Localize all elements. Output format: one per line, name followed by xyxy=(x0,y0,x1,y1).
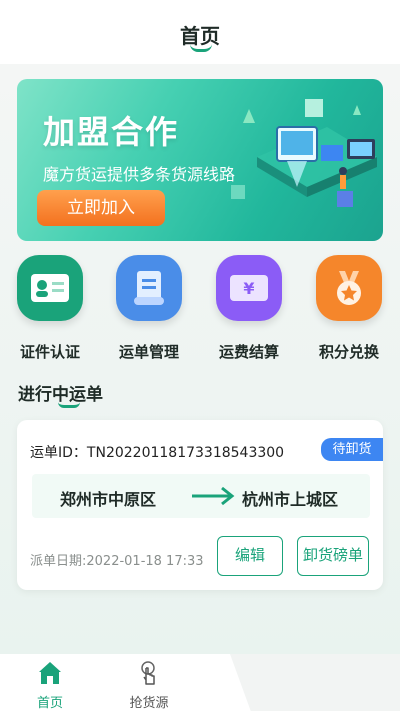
section-title: 进行中运单 xyxy=(18,380,103,408)
route-arrow-icon xyxy=(192,486,235,506)
shortcut-freight-settlement[interactable]: ¥ 运费结算 xyxy=(204,255,294,362)
status-badge: 待卸货 xyxy=(321,438,383,461)
banner-subtitle: 魔方货运提供多条货源线路 xyxy=(43,165,236,184)
tap-hand-icon xyxy=(141,661,155,685)
shortcut-label: 运费结算 xyxy=(218,343,279,361)
shortcut-label: 证件认证 xyxy=(19,343,80,361)
tab-label: 首页 xyxy=(36,696,63,711)
tab-grab-cargo[interactable]: 抢货源 xyxy=(114,660,184,711)
dispatch-date: 派单日期:2022-01-18 17:33 xyxy=(30,554,204,569)
title-underline xyxy=(190,44,212,52)
shortcut-grid: 证件认证 运单管理 ¥ 运费结算 积分兑换 xyxy=(0,255,400,370)
edit-button[interactable]: 编辑 xyxy=(217,536,283,576)
shortcut-label: 运单管理 xyxy=(118,343,179,361)
join-now-button[interactable]: 立即加入 xyxy=(37,190,165,226)
shortcut-label: 积分兑换 xyxy=(318,343,379,361)
route-box: 郑州市中原区 杭州市上城区 xyxy=(32,474,370,518)
tab-bar-decoration xyxy=(230,654,400,711)
id-card-icon xyxy=(17,255,83,321)
destination-city: 杭州市上城区 xyxy=(242,490,339,509)
shortcut-waybill-management[interactable]: 运单管理 xyxy=(104,255,194,362)
medal-icon xyxy=(316,255,382,321)
yuan-ticket-icon: ¥ xyxy=(216,255,282,321)
promo-banner[interactable]: 加盟合作 魔方货运提供多条货源线路 立即加入 xyxy=(17,79,383,241)
waybill-scroll-icon xyxy=(116,255,182,321)
shortcut-points-exchange[interactable]: 积分兑换 xyxy=(304,255,394,362)
top-bar: 首页 xyxy=(0,0,400,64)
tab-label: 抢货源 xyxy=(129,696,169,711)
order-id-label: 运单ID： xyxy=(30,445,87,461)
banner-title: 加盟合作 xyxy=(43,113,180,151)
bottom-tab-bar: 首页 抢货源 xyxy=(0,654,400,711)
order-id-value: TN20220118173318543300 xyxy=(86,445,285,461)
tab-home[interactable]: 首页 xyxy=(15,660,85,711)
order-id-row: 运单ID：TN20220118173318543300 xyxy=(30,442,284,462)
shortcut-id-verification[interactable]: 证件认证 xyxy=(5,255,95,362)
unload-weighbill-button[interactable]: 卸货磅单 xyxy=(297,536,369,576)
section-title-underline xyxy=(58,402,80,408)
home-icon xyxy=(39,662,61,684)
origin-city: 郑州市中原区 xyxy=(60,490,157,509)
logistics-illustration-icon xyxy=(231,99,377,207)
order-card[interactable]: 运单ID：TN20220118173318543300 待卸货 郑州市中原区 杭… xyxy=(17,420,383,590)
svg-text:¥: ¥ xyxy=(243,279,254,298)
